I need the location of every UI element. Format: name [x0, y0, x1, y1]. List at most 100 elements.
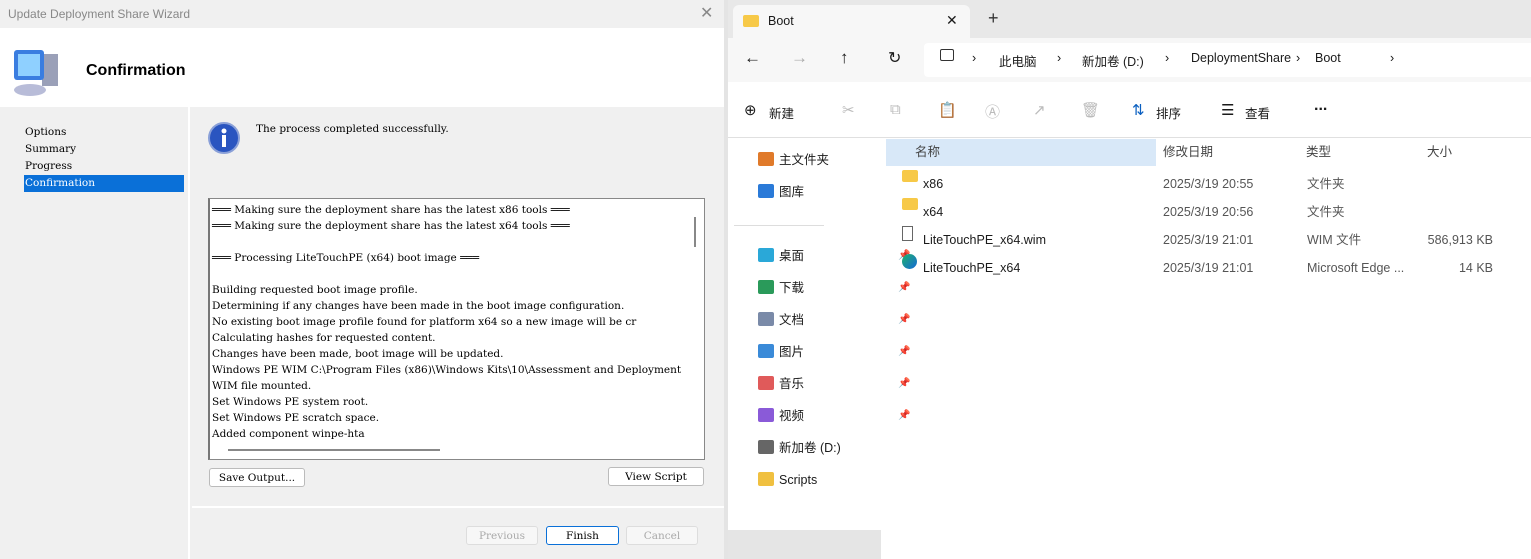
- file-date: 2025/3/19 20:55: [1163, 177, 1254, 191]
- breadcrumb-drive[interactable]: 新加卷 (D:): [1082, 51, 1144, 70]
- horizontal-scrollbar-thumb[interactable]: [228, 449, 440, 451]
- divider: [734, 225, 824, 226]
- pin-icon[interactable]: 📌: [898, 405, 910, 427]
- log-line: Calculating hashes for requested content…: [212, 332, 436, 344]
- view-script-button[interactable]: View Script: [608, 467, 704, 486]
- up-icon[interactable]: ↑: [840, 48, 849, 68]
- info-icon: [208, 122, 240, 154]
- computer-icon: [14, 50, 58, 96]
- more-button[interactable]: ...: [1314, 97, 1327, 115]
- sidebar-item[interactable]: 视频 📌: [758, 405, 910, 427]
- log-line: No existing boot image profile found for…: [212, 316, 637, 328]
- tab-boot[interactable]: Boot ✕: [733, 5, 970, 38]
- sidebar-item-label: 文档: [779, 313, 805, 327]
- nav-options[interactable]: Options: [24, 124, 184, 141]
- computer-icon: [940, 49, 954, 61]
- copy-icon[interactable]: ⧉: [890, 101, 901, 118]
- nav-confirmation[interactable]: Confirmation: [24, 175, 184, 192]
- file-row[interactable]: x64 2025/3/19 20:56 文件夹: [902, 198, 1531, 226]
- sidebar-item-label: 图库: [779, 185, 805, 199]
- file-type: Microsoft Edge ...: [1307, 261, 1405, 275]
- log-line: WIM file mounted.: [212, 380, 312, 392]
- sidebar-icon: [758, 440, 774, 454]
- rename-icon[interactable]: Ⓐ: [985, 101, 1000, 122]
- forward-icon[interactable]: →: [791, 48, 808, 68]
- pin-icon[interactable]: 📌: [898, 309, 910, 331]
- sidebar-icon: [758, 152, 774, 166]
- back-icon[interactable]: ←: [744, 48, 761, 68]
- sidebar-item[interactable]: 主文件夹: [758, 149, 884, 171]
- file-row[interactable]: LiteTouchPE_x64.wim 2025/3/19 21:01 WIM 文件…: [902, 226, 1531, 254]
- breadcrumb-boot[interactable]: Boot: [1315, 51, 1341, 65]
- view-button[interactable]: 查看: [1245, 103, 1270, 122]
- sidebar-item[interactable]: 音乐 📌: [758, 373, 910, 395]
- sidebar-item[interactable]: 图片 📌: [758, 341, 910, 363]
- column-type[interactable]: 类型: [1306, 139, 1331, 166]
- sidebar-item[interactable]: 文档 📌: [758, 309, 910, 331]
- sidebar-item-label: 视频: [779, 409, 805, 423]
- finish-button[interactable]: Finish: [546, 526, 619, 545]
- file-row[interactable]: x86 2025/3/19 20:55 文件夹: [902, 170, 1531, 198]
- previous-button[interactable]: Previous: [466, 526, 538, 545]
- log-line: Set Windows PE system root.: [212, 396, 369, 408]
- close-tab-icon[interactable]: ✕: [946, 12, 958, 29]
- breadcrumb-deploymentshare[interactable]: DeploymentShare: [1191, 51, 1291, 65]
- navigation-pane: 主文件夹图库桌面📌下载📌文档📌图片📌音乐📌视频📌新加卷 (D:)Scripts此…: [728, 139, 910, 559]
- sidebar-item-label: 下载: [779, 281, 805, 295]
- new-tab-icon[interactable]: +: [988, 8, 999, 29]
- sidebar-icon: [758, 344, 774, 358]
- refresh-icon[interactable]: ↻: [888, 48, 901, 68]
- log-line: Set Windows PE scratch space.: [212, 412, 380, 424]
- file-date: 2025/3/19 20:56: [1163, 205, 1254, 219]
- wizard-header: Confirmation: [0, 28, 724, 107]
- cancel-button[interactable]: Cancel: [626, 526, 698, 545]
- cut-icon[interactable]: ✂: [842, 101, 855, 119]
- file-type: 文件夹: [1307, 205, 1345, 219]
- output-log[interactable]: ═══ Making sure the deployment share has…: [208, 198, 705, 460]
- sidebar-item[interactable]: 下载 📌: [758, 277, 910, 299]
- log-line: Windows PE WIM C:\Program Files (x86)\Wi…: [212, 364, 682, 376]
- sidebar-icon: [758, 472, 774, 486]
- file-row[interactable]: LiteTouchPE_x64 2025/3/19 21:01 Microsoft …: [902, 254, 1531, 282]
- breadcrumb[interactable]: › 此电脑 › 新加卷 (D:) › DeploymentShare › Boo…: [924, 43, 1531, 77]
- paste-icon[interactable]: 📋: [938, 101, 957, 119]
- column-name[interactable]: 名称: [886, 139, 1156, 166]
- sidebar-item[interactable]: Scripts: [758, 469, 884, 491]
- sort-icon: ⇅: [1132, 102, 1145, 119]
- share-icon[interactable]: ↗: [1033, 101, 1046, 119]
- pin-icon[interactable]: 📌: [898, 341, 910, 363]
- close-icon[interactable]: ✕: [700, 3, 713, 23]
- command-bar: ⊕ 新建 ✂ ⧉ 📋 Ⓐ ↗ 🗑 ⇅ 排序 ☰ 查看 ...: [728, 82, 1531, 138]
- sidebar-item[interactable]: 桌面📌: [758, 245, 910, 267]
- save-output-button[interactable]: Save Output...: [209, 468, 305, 487]
- wizard-nav: Options Summary Progress Confirmation: [0, 107, 190, 559]
- new-button[interactable]: 新建: [769, 103, 794, 122]
- column-name-label: 名称: [915, 145, 941, 159]
- nav-progress[interactable]: Progress: [24, 158, 184, 175]
- sort-button[interactable]: 排序: [1156, 103, 1181, 122]
- divider: [192, 506, 724, 508]
- sidebar-icon: [758, 312, 774, 326]
- sidebar-item[interactable]: 新加卷 (D:): [758, 437, 884, 459]
- log-line: ═══ Making sure the deployment share has…: [212, 204, 570, 216]
- tab-label: Boot: [768, 14, 794, 28]
- page-title: Confirmation: [86, 62, 186, 79]
- log-line: Added component winpe-hta: [212, 428, 365, 440]
- delete-icon[interactable]: 🗑: [1081, 101, 1100, 119]
- sidebar-icon: [758, 184, 774, 198]
- pin-icon[interactable]: 📌: [898, 373, 910, 395]
- column-date[interactable]: 修改日期: [1163, 139, 1213, 166]
- breadcrumb-this-pc[interactable]: 此电脑: [999, 51, 1037, 70]
- status-message: The process completed successfully.: [256, 123, 449, 135]
- folder-icon: [743, 15, 759, 27]
- sidebar-item[interactable]: 图库: [758, 181, 884, 203]
- sidebar-icon: [758, 408, 774, 422]
- nav-summary[interactable]: Summary: [24, 141, 184, 158]
- file-name: x64: [923, 205, 944, 219]
- column-size[interactable]: 大小: [1427, 139, 1452, 166]
- tab-bar: Boot ✕ +: [728, 0, 1531, 38]
- sidebar-icon: [758, 280, 774, 294]
- sidebar-item-label: 新加卷 (D:): [779, 441, 841, 455]
- vertical-scrollbar-thumb[interactable]: [694, 217, 696, 247]
